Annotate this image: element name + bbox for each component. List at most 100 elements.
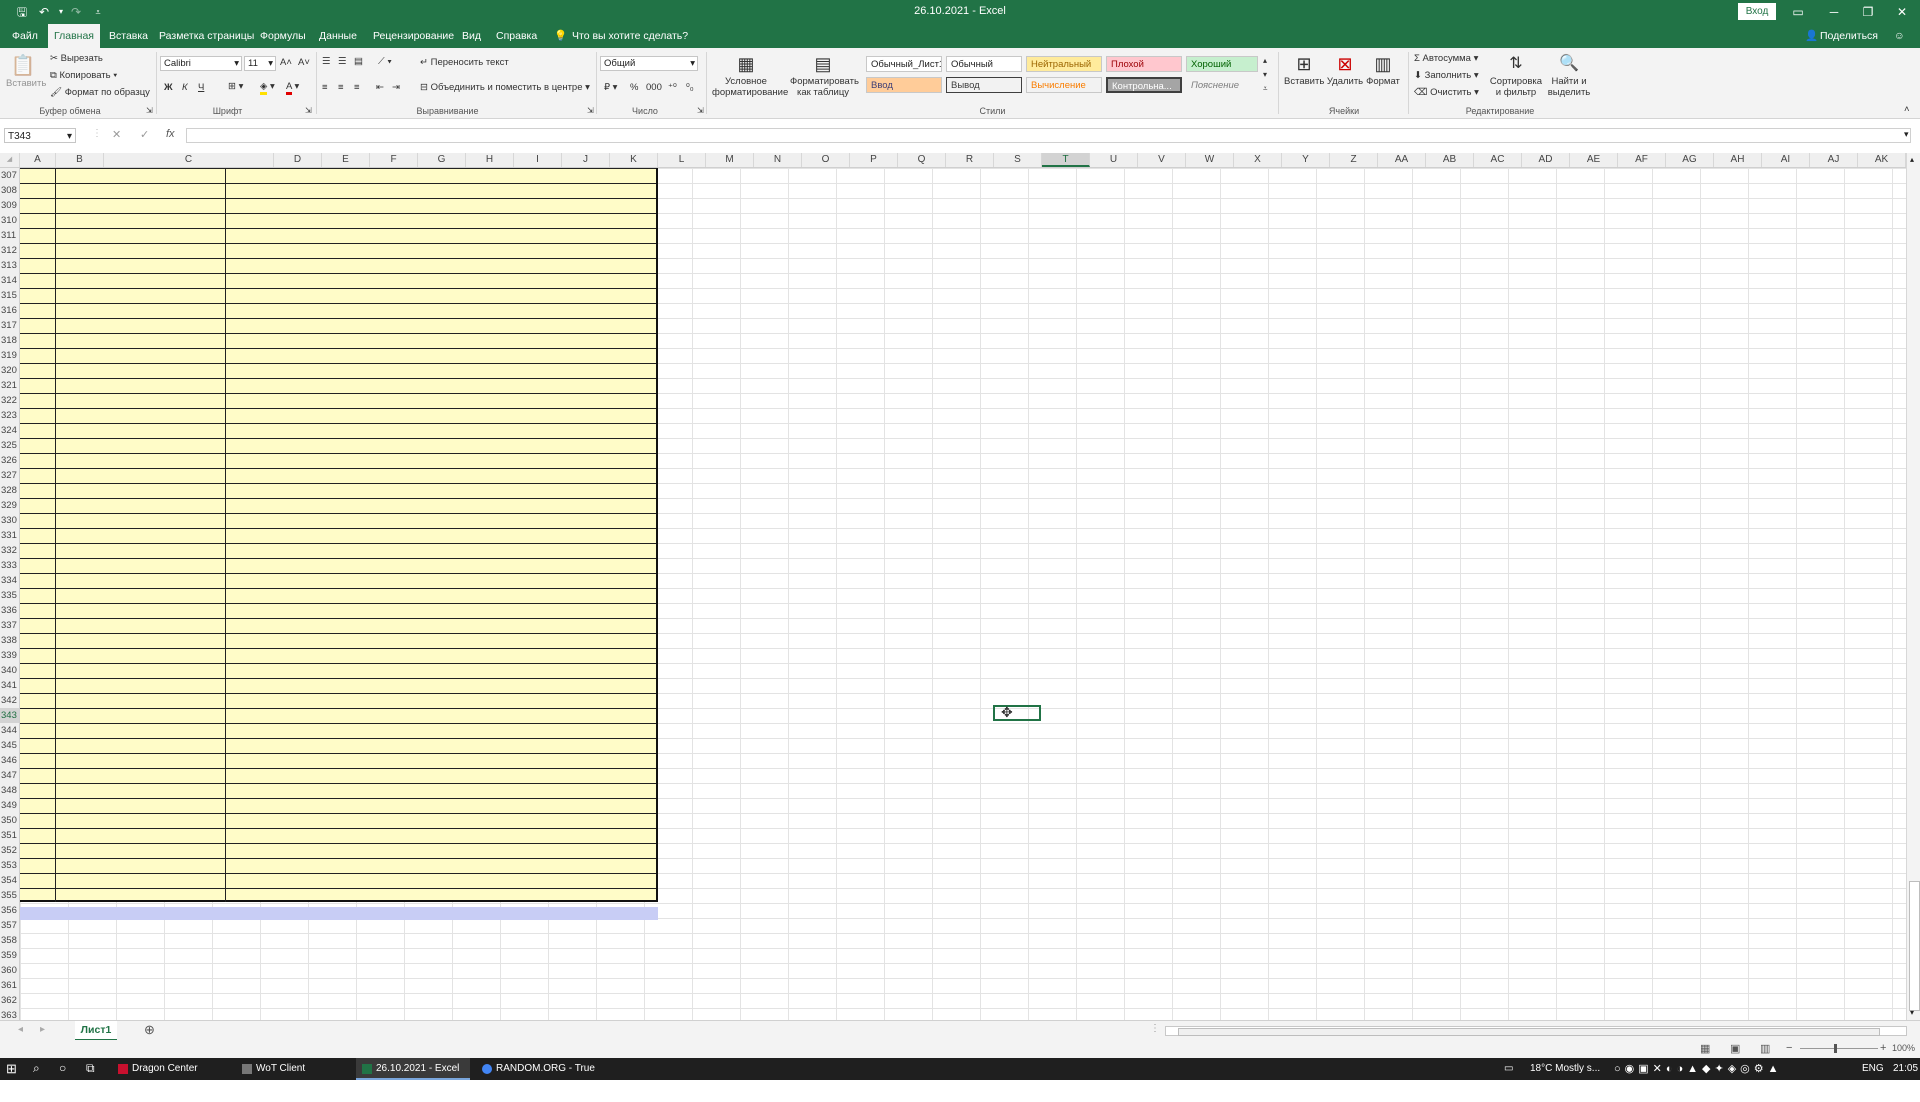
name-box[interactable]: T343 ▾ [4,128,76,143]
row-header-325[interactable]: 325 [0,438,19,453]
align-right-icon[interactable]: ≡ [354,82,360,93]
wrap-text-button[interactable]: ↵ Переносить текст [420,57,509,68]
row-header-336[interactable]: 336 [0,603,19,618]
column-header-a[interactable]: A [20,153,56,167]
clock[interactable]: 21:05 [1893,1058,1918,1080]
clear-button[interactable]: ⌫ Очистить ▾ [1414,87,1479,98]
row-header-324[interactable]: 324 [0,423,19,438]
select-all-corner[interactable]: ◢ [0,153,20,167]
network-icon[interactable]: ▭ [1504,1058,1513,1080]
row-header-349[interactable]: 349 [0,798,19,813]
row-header-319[interactable]: 319 [0,348,19,363]
task-view-icon[interactable]: ⧉ [86,1061,95,1076]
column-header-ad[interactable]: AD [1522,153,1570,167]
column-header-t[interactable]: T [1042,153,1090,167]
scroll-up-icon[interactable]: ▴ [1910,155,1914,164]
find-select-button[interactable]: 🔍 Найти и выделить [1546,52,1592,104]
taskbar-random-org[interactable]: RANDOM.ORG - True ... [476,1058,600,1096]
row-header-354[interactable]: 354 [0,873,19,888]
normal-view-icon[interactable]: ▦ [1700,1042,1710,1055]
page-layout-view-icon[interactable]: ▣ [1730,1042,1740,1055]
tab-split-icon[interactable]: ⋮ [1150,1023,1160,1034]
thousands-icon[interactable]: 000 [646,82,662,93]
row-header-362[interactable]: 362 [0,993,19,1008]
row-header-330[interactable]: 330 [0,513,19,528]
style-calculation[interactable]: Вычисление [1026,77,1102,93]
style-normal[interactable]: Обычный [946,56,1022,72]
format-as-table-button[interactable]: ▤ Форматировать как таблицу [790,52,859,104]
zoom-in-icon[interactable]: + [1880,1042,1886,1054]
taskbar-wot-client[interactable]: WoT Client [236,1058,356,1080]
horizontal-scrollbar[interactable] [1165,1026,1907,1036]
autosum-button[interactable]: Σ Автосумма ▾ [1414,53,1478,64]
cancel-icon[interactable]: ✕ [112,128,121,141]
tab-review[interactable]: Рецензирование [371,24,456,48]
decrease-indent-icon[interactable]: ⇤ [376,82,384,93]
row-header-310[interactable]: 310 [0,213,19,228]
style-check-cell[interactable]: Контрольна... [1106,77,1182,93]
row-header-344[interactable]: 344 [0,723,19,738]
column-header-c[interactable]: C [104,153,274,167]
row-header-328[interactable]: 328 [0,483,19,498]
row-header-317[interactable]: 317 [0,318,19,333]
row-header-339[interactable]: 339 [0,648,19,663]
column-header-z[interactable]: Z [1330,153,1378,167]
sort-filter-button[interactable]: ⇅ Сортировка и фильтр [1488,52,1544,104]
column-header-h[interactable]: H [466,153,514,167]
column-header-d[interactable]: D [274,153,322,167]
row-header-314[interactable]: 314 [0,273,19,288]
row-header-346[interactable]: 346 [0,753,19,768]
insert-function-icon[interactable]: fx [166,128,175,140]
row-header-332[interactable]: 332 [0,543,19,558]
increase-decimal-icon[interactable]: ⁺⁰ [668,82,677,93]
alignment-launcher-icon[interactable]: ⇲ [587,106,594,115]
column-header-f[interactable]: F [370,153,418,167]
clipboard-launcher-icon[interactable]: ⇲ [146,106,153,115]
column-header-s[interactable]: S [994,153,1042,167]
row-header-338[interactable]: 338 [0,633,19,648]
tab-insert[interactable]: Вставка [107,24,150,48]
row-header-308[interactable]: 308 [0,183,19,198]
increase-font-icon[interactable]: A˄ [280,57,292,68]
style-bad[interactable]: Плохой [1106,56,1182,72]
row-header-334[interactable]: 334 [0,573,19,588]
row-header-312[interactable]: 312 [0,243,19,258]
tab-view[interactable]: Вид [460,24,483,48]
column-header-ae[interactable]: AE [1570,153,1618,167]
column-header-aa[interactable]: AA [1378,153,1426,167]
style-output[interactable]: Вывод [946,77,1022,93]
row-header-360[interactable]: 360 [0,963,19,978]
row-header-337[interactable]: 337 [0,618,19,633]
row-header-316[interactable]: 316 [0,303,19,318]
language-indicator[interactable]: ENG [1862,1058,1884,1080]
font-color-icon[interactable]: A ▾ [286,81,299,95]
row-header-307[interactable]: 307 [0,168,19,183]
row-header-322[interactable]: 322 [0,393,19,408]
confirm-icon[interactable]: ✓ [140,128,149,141]
row-header-309[interactable]: 309 [0,198,19,213]
collapse-ribbon-icon[interactable]: ˄ [1904,104,1910,115]
tray-icons[interactable]: ○◉▣✕◐◑▲◆✦◈◎⚙▲ [1614,1058,1783,1080]
add-sheet-icon[interactable]: ⊕ [144,1022,155,1038]
insert-cells-button[interactable]: ⊞ Вставить [1284,52,1324,104]
row-header-311[interactable]: 311 [0,228,19,243]
weather-widget[interactable]: 18°C Mostly s... [1530,1058,1600,1080]
column-header-x[interactable]: X [1234,153,1282,167]
column-header-af[interactable]: AF [1618,153,1666,167]
search-icon[interactable]: ⌕ [33,1061,40,1076]
row-header-321[interactable]: 321 [0,378,19,393]
column-header-n[interactable]: N [754,153,802,167]
decrease-decimal-icon[interactable]: ⁰₀ [686,82,694,93]
row-header-358[interactable]: 358 [0,933,19,948]
row-header-315[interactable]: 315 [0,288,19,303]
column-header-r[interactable]: R [946,153,994,167]
column-header-ak[interactable]: AK [1858,153,1906,167]
smiley-icon[interactable]: ☺ [1892,24,1907,48]
percent-icon[interactable]: % [630,82,638,93]
paste-button[interactable]: 📋 Вставить [6,54,46,98]
column-header-j[interactable]: J [562,153,610,167]
align-top-icon[interactable]: ☰ [322,56,331,67]
row-header-345[interactable]: 345 [0,738,19,753]
row-header-335[interactable]: 335 [0,588,19,603]
close-button[interactable]: ✕ [1880,2,1920,22]
